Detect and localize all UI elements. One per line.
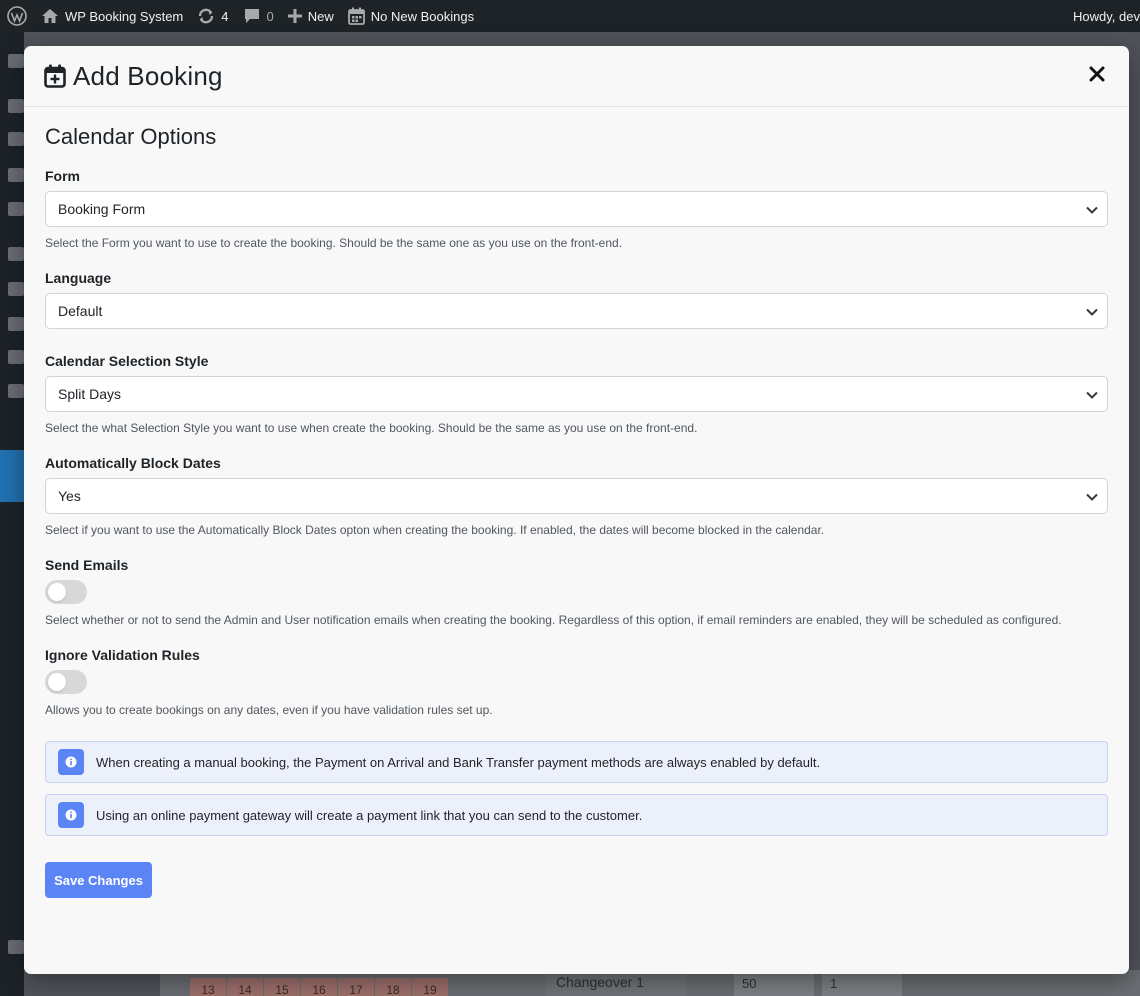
calendar-day: 16	[301, 978, 337, 996]
send-emails-help-text: Select whether or not to send the Admin …	[45, 613, 1062, 627]
posts-icon	[8, 99, 24, 113]
selection-style-label: Calendar Selection Style	[45, 353, 209, 369]
info-icon	[58, 802, 84, 828]
calendar-day: 15	[264, 978, 300, 996]
payment-methods-notice: When creating a manual booking, the Paym…	[45, 741, 1108, 783]
media-icon	[8, 132, 24, 146]
form-select[interactable]: Booking Form	[45, 191, 1108, 227]
background-tag: 1	[822, 972, 902, 996]
payment-link-notice-text: Using an online payment gateway will cre…	[96, 807, 643, 823]
payment-link-notice: Using an online payment gateway will cre…	[45, 794, 1108, 836]
chevron-down-icon	[1085, 203, 1099, 217]
updates-link[interactable]: 4	[190, 0, 235, 32]
form-help-text: Select the Form you want to use to creat…	[45, 236, 623, 250]
wordpress-logo-icon	[7, 6, 27, 26]
send-emails-label: Send Emails	[45, 557, 129, 573]
settings-icon	[8, 384, 24, 398]
comments-menu-icon	[8, 202, 24, 216]
ignore-validation-toggle[interactable]	[45, 670, 87, 694]
booking-menu-active	[0, 450, 24, 502]
modal-title-wrap: Add Booking	[44, 61, 223, 92]
dashboard-icon	[8, 54, 24, 68]
site-name: WP Booking System	[65, 8, 184, 24]
comment-icon	[243, 8, 261, 24]
form-select-value: Booking Form	[58, 201, 146, 217]
calendar-plus-icon	[44, 64, 66, 88]
updates-icon	[197, 7, 215, 25]
users-icon	[8, 317, 24, 331]
calendar-icon	[347, 7, 365, 25]
ignore-validation-help-text: Allows you to create bookings on any dat…	[45, 703, 493, 717]
selection-style-field: Calendar Selection Style Split Days Sele…	[45, 353, 1108, 435]
language-field: Language Default	[45, 270, 1108, 329]
calendar-day: 14	[227, 978, 263, 996]
chevron-down-icon	[1085, 305, 1099, 319]
admin-bar: WP Booking System 4 0 New No New Booking…	[0, 0, 1140, 32]
my-account-link[interactable]: Howdy, dev	[1066, 0, 1140, 32]
calendar-day: 13	[190, 978, 226, 996]
chevron-down-icon	[1085, 490, 1099, 504]
plus-icon	[287, 9, 302, 23]
admin-sidebar	[0, 32, 24, 996]
plugins-icon	[8, 282, 24, 296]
language-label: Language	[45, 270, 112, 286]
new-label: New	[307, 8, 334, 24]
selection-style-value: Split Days	[58, 386, 122, 402]
form-field: Form Booking Form Select the Form you wa…	[45, 168, 1108, 250]
background-tag: 50	[734, 972, 814, 996]
language-select-value: Default	[58, 303, 103, 319]
payment-methods-notice-text: When creating a manual booking, the Paym…	[96, 754, 821, 770]
selection-style-select[interactable]: Split Days	[45, 376, 1108, 412]
toggle-knob	[48, 673, 66, 691]
chevron-down-icon	[1085, 388, 1099, 402]
add-booking-modal: Add Booking Calendar Options Form Bookin…	[24, 46, 1129, 974]
modal-header: Add Booking	[24, 46, 1129, 107]
comments-count: 0	[266, 8, 274, 24]
howdy-text: Howdy, dev	[1073, 8, 1140, 24]
block-dates-help-text: Select if you want to use the Automatica…	[45, 523, 825, 537]
home-icon	[41, 8, 59, 24]
selection-style-help-text: Select the what Selection Style you want…	[45, 421, 698, 435]
ignore-validation-field: Ignore Validation Rules Allows you to cr…	[45, 647, 1108, 717]
calendar-day: 19	[412, 978, 448, 996]
calendar-day: 18	[375, 978, 411, 996]
toggle-knob	[48, 583, 66, 601]
block-dates-select[interactable]: Yes	[45, 478, 1108, 514]
comments-link[interactable]: 0	[236, 0, 281, 32]
form-label: Form	[45, 168, 80, 184]
new-content-link[interactable]: New	[281, 0, 341, 32]
close-button[interactable]	[1085, 64, 1109, 88]
bookings-label: No New Bookings	[370, 8, 475, 24]
ignore-validation-label: Ignore Validation Rules	[45, 647, 200, 663]
language-select[interactable]: Default	[45, 293, 1108, 329]
block-dates-field: Automatically Block Dates Yes Select if …	[45, 455, 1108, 537]
site-name-link[interactable]: WP Booking System	[34, 0, 190, 32]
updates-count: 4	[221, 8, 229, 24]
send-emails-field: Send Emails Select whether or not to sen…	[45, 557, 1108, 627]
modal-body: Calendar Options Form Booking Form Selec…	[24, 107, 1129, 898]
calendar-day: 17	[338, 978, 374, 996]
wordpress-logo-button[interactable]	[0, 0, 34, 32]
pages-icon	[8, 168, 24, 182]
close-icon	[1089, 66, 1105, 87]
modal-title: Add Booking	[73, 60, 223, 91]
section-title: Calendar Options	[45, 124, 217, 149]
tools-icon	[8, 350, 24, 364]
send-emails-toggle[interactable]	[45, 580, 87, 604]
appearance-icon	[8, 247, 24, 261]
bookings-link[interactable]: No New Bookings	[341, 0, 481, 32]
block-dates-label: Automatically Block Dates	[45, 455, 221, 471]
info-icon	[58, 749, 84, 775]
block-dates-value: Yes	[58, 488, 81, 504]
save-changes-button[interactable]: Save Changes	[45, 862, 152, 898]
collapse-menu-icon	[8, 940, 24, 954]
